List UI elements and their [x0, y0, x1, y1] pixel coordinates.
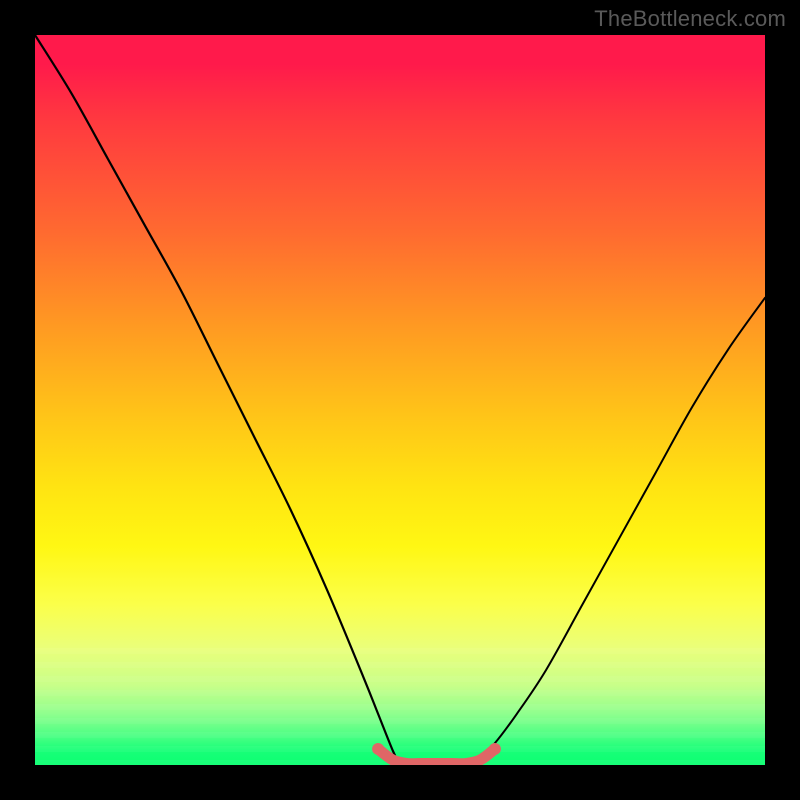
chart-frame: TheBottleneck.com	[0, 0, 800, 800]
valley-marker-dot-left	[372, 743, 384, 755]
curve-left-branch	[35, 35, 400, 765]
valley-marker-dot-right	[489, 743, 501, 755]
watermark-text: TheBottleneck.com	[594, 6, 786, 32]
curve-layer	[35, 35, 765, 765]
curve-right-branch	[473, 298, 765, 765]
plot-area	[35, 35, 765, 765]
valley-marker	[378, 749, 495, 764]
